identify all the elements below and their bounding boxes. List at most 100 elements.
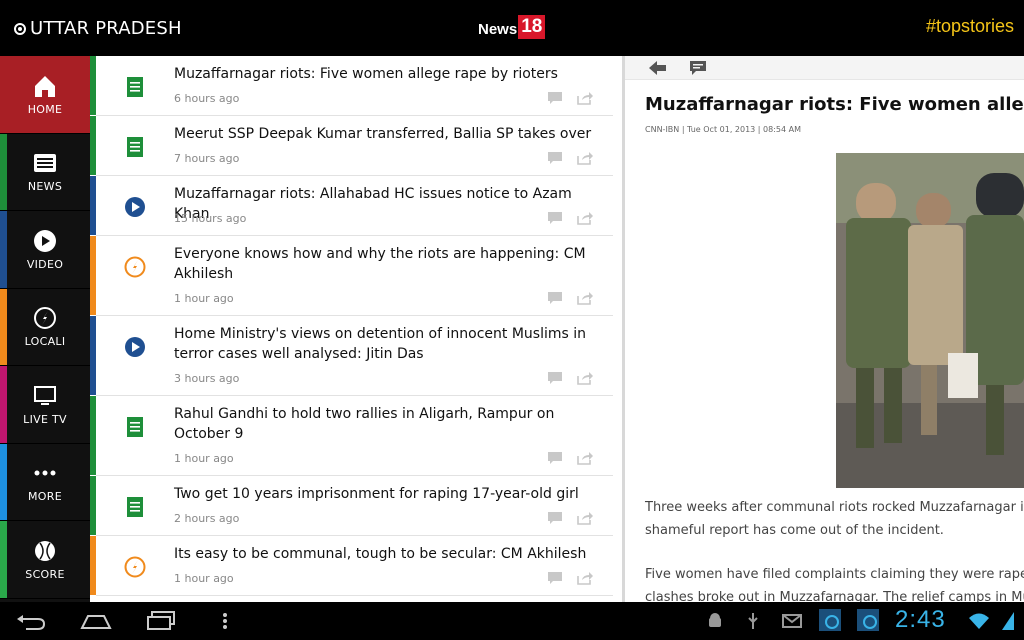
story-type-bar xyxy=(90,56,96,115)
nav-stripe xyxy=(0,288,7,365)
story-list[interactable]: Muzaffarnagar riots: Five women allege r… xyxy=(90,56,624,602)
news18-logo[interactable]: News 18 xyxy=(478,15,546,39)
story-time: 1 hour ago xyxy=(174,452,234,465)
story-row[interactable]: Rahul Gandhi to hold two rallies in Alig… xyxy=(90,396,613,476)
comment-icon[interactable] xyxy=(547,451,563,465)
region-selector[interactable]: UTTAR PRADESH xyxy=(14,18,182,39)
story-row[interactable]: Home Ministry's views on detention of in… xyxy=(90,316,613,396)
story-type-bar xyxy=(90,316,96,395)
article-paragraph-2-line-2: clashes broke out in Muzzafarnagar. The … xyxy=(645,590,1024,602)
video-icon xyxy=(32,228,58,254)
article-paragraph-1-line-1: Three weeks after communal riots rocked … xyxy=(645,500,1024,515)
topstories-tag[interactable]: #topstories xyxy=(926,16,1014,37)
story-title[interactable]: Its easy to be communal, tough to be sec… xyxy=(174,544,599,564)
local-story-icon xyxy=(124,256,146,278)
share-icon[interactable] xyxy=(577,571,593,585)
story-title[interactable]: Meerut SSP Deepak Kumar transferred, Bal… xyxy=(174,124,599,144)
nav-item-more[interactable]: MORE xyxy=(0,443,90,521)
cricket-ball-icon xyxy=(32,538,58,564)
home-nav-icon[interactable] xyxy=(80,612,112,630)
share-icon[interactable] xyxy=(577,371,593,385)
article-photo[interactable] xyxy=(836,153,1024,488)
story-time: 2 hours ago xyxy=(174,512,240,525)
article-toolbar xyxy=(625,56,1024,80)
story-actions xyxy=(547,451,593,465)
compass-icon xyxy=(32,305,58,331)
back-nav-icon[interactable] xyxy=(16,612,46,630)
article-title: Muzaffarnagar riots: Five women allege r… xyxy=(645,94,1024,115)
story-actions xyxy=(547,511,593,525)
article-paragraph-1-line-2: shameful report has come out of the inci… xyxy=(645,523,944,538)
story-type-bar xyxy=(90,476,96,535)
nav-item-home[interactable]: HOME xyxy=(0,56,90,134)
comment-icon[interactable] xyxy=(547,571,563,585)
story-title[interactable]: Home Ministry's views on detention of in… xyxy=(174,324,599,364)
nav-stripe xyxy=(0,443,7,520)
story-row[interactable]: Two get 10 years imprisonment for raping… xyxy=(90,476,613,536)
comment-icon[interactable] xyxy=(689,60,707,76)
story-title[interactable]: Two get 10 years imprisonment for raping… xyxy=(174,484,599,504)
nav-label: LIVE TV xyxy=(23,412,67,426)
share-icon[interactable] xyxy=(577,91,593,105)
region-label: UTTAR PRADESH xyxy=(30,18,182,39)
home-icon xyxy=(32,73,58,99)
photo-illustration xyxy=(836,153,1024,488)
story-type-bar xyxy=(90,236,96,315)
share-icon[interactable] xyxy=(577,511,593,525)
story-actions xyxy=(547,91,593,105)
nav-stripe xyxy=(0,366,7,443)
logo-number: 18 xyxy=(518,15,546,39)
story-row[interactable]: Everyone knows how and why the riots are… xyxy=(90,236,613,316)
comment-icon[interactable] xyxy=(547,291,563,305)
story-title[interactable]: Everyone knows how and why the riots are… xyxy=(174,244,599,284)
local-story-icon xyxy=(124,556,146,578)
nav-item-video[interactable]: VIDEO xyxy=(0,211,90,289)
share-icon[interactable] xyxy=(577,211,593,225)
nav-item-live-tv[interactable]: LIVE TV xyxy=(0,366,90,444)
nav-item-score[interactable]: SCORE xyxy=(0,521,90,599)
nav-label: SCORE xyxy=(25,567,65,581)
comment-icon[interactable] xyxy=(547,151,563,165)
nav-item-news[interactable]: NEWS xyxy=(0,133,90,211)
nav-label: MORE xyxy=(28,490,62,504)
text-story-icon xyxy=(127,77,143,97)
nav-stripe xyxy=(0,56,7,133)
status-clock: 2:43 xyxy=(895,606,946,633)
back-arrow-icon[interactable] xyxy=(649,60,667,76)
nav-label: NEWS xyxy=(27,180,63,194)
nav-stripe xyxy=(0,521,7,598)
comment-icon[interactable] xyxy=(547,91,563,105)
story-row[interactable]: Meerut SSP Deepak Kumar transferred, Bal… xyxy=(90,116,613,176)
android-system-bar: 2:43 xyxy=(0,602,1024,640)
video-story-icon xyxy=(125,197,145,217)
share-icon[interactable] xyxy=(577,291,593,305)
wifi-icon xyxy=(969,613,989,629)
story-title[interactable]: Muzaffarnagar riots: Five women allege r… xyxy=(174,64,599,84)
comment-icon[interactable] xyxy=(547,371,563,385)
comment-icon[interactable] xyxy=(547,511,563,525)
story-title[interactable]: Rahul Gandhi to hold two rallies in Alig… xyxy=(174,404,599,444)
recent-apps-icon[interactable] xyxy=(146,610,176,630)
story-row[interactable]: Its easy to be communal, tough to be sec… xyxy=(90,536,613,596)
story-actions xyxy=(547,291,593,305)
text-story-icon xyxy=(127,497,143,517)
nav-item-locali[interactable]: LOCALI xyxy=(0,288,90,366)
app-header: UTTAR PRADESH News 18 #topstories xyxy=(0,0,1024,56)
nav-label: VIDEO xyxy=(26,257,64,271)
share-icon[interactable] xyxy=(577,451,593,465)
menu-dots-icon[interactable] xyxy=(222,612,228,630)
story-time: 15 hours ago xyxy=(174,212,247,225)
story-time: 6 hours ago xyxy=(174,92,240,105)
story-time: 3 hours ago xyxy=(174,372,240,385)
comment-icon[interactable] xyxy=(547,211,563,225)
story-actions xyxy=(547,211,593,225)
usb-icon xyxy=(748,613,758,629)
share-icon[interactable] xyxy=(577,151,593,165)
nav-stripe xyxy=(0,133,7,210)
story-row[interactable]: Muzaffarnagar riots: Allahabad HC issues… xyxy=(90,176,613,236)
story-row[interactable]: Muzaffarnagar riots: Five women allege r… xyxy=(90,56,613,116)
story-time: 1 hour ago xyxy=(174,292,234,305)
story-actions xyxy=(547,571,593,585)
location-icon xyxy=(14,22,26,35)
article-paragraph-2-line-1: Five women have filed complaints claimin… xyxy=(645,567,1024,582)
